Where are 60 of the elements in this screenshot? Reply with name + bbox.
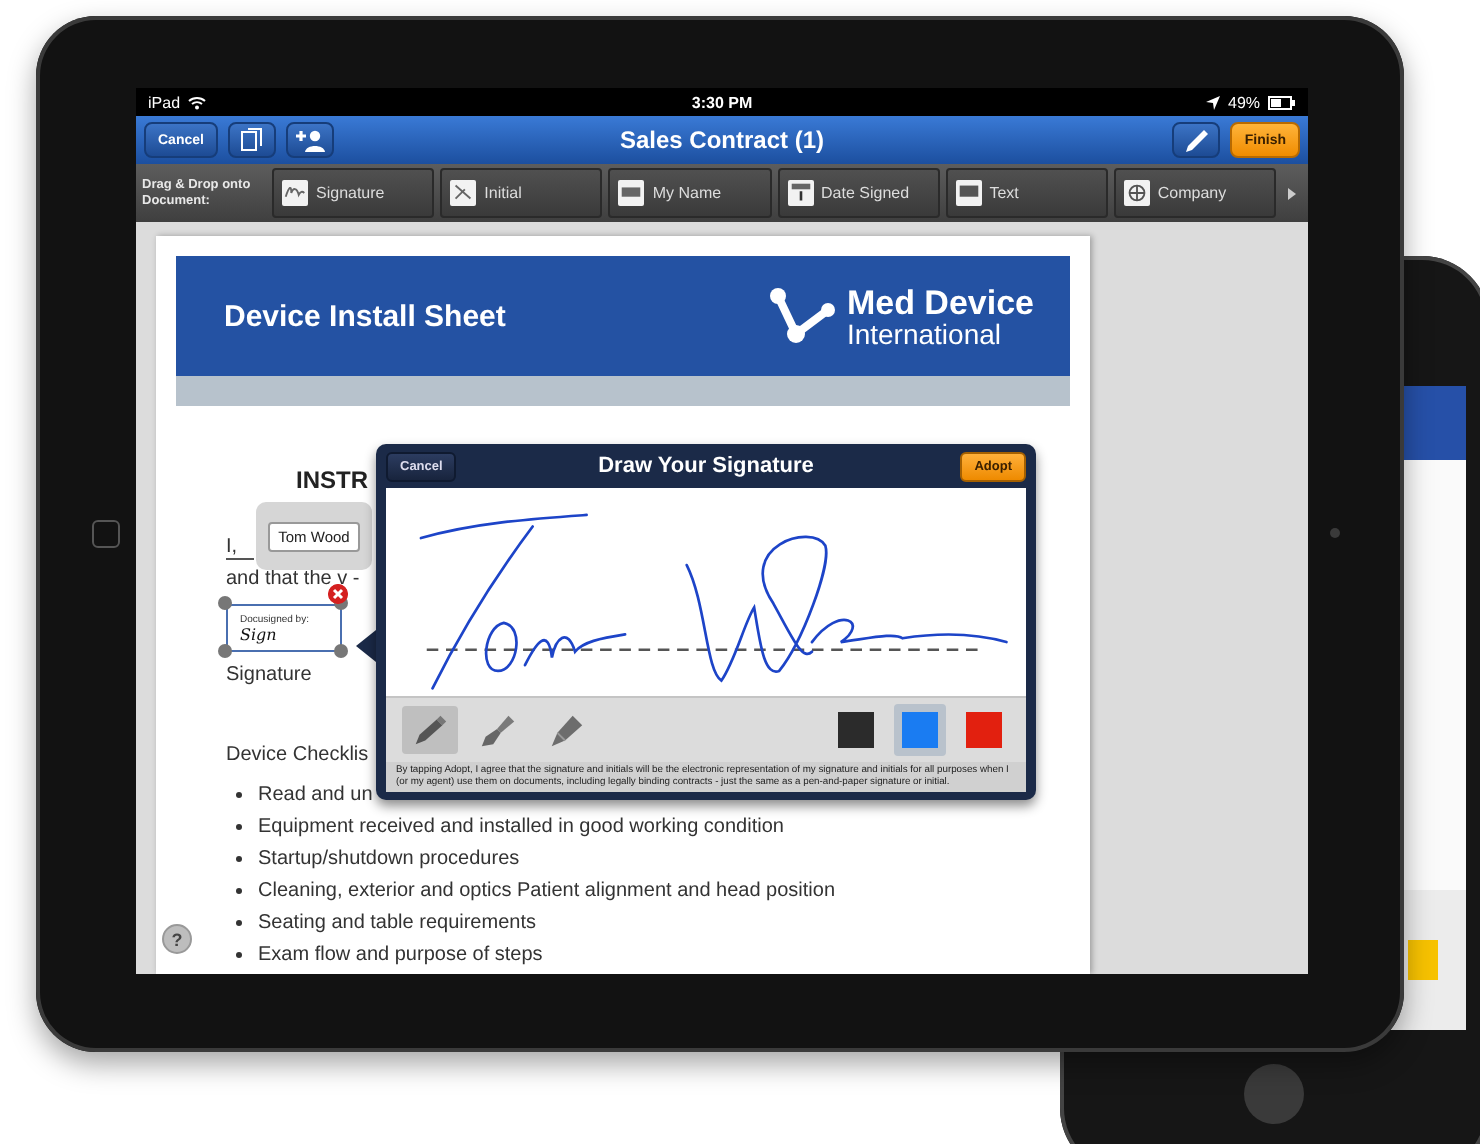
home-button[interactable] bbox=[92, 520, 120, 548]
checklist-item: Read and un bbox=[258, 783, 373, 805]
pen-icon bbox=[1183, 127, 1210, 153]
more-arrow-icon[interactable] bbox=[1288, 187, 1297, 199]
highlighter-icon bbox=[546, 710, 586, 750]
signature-pad[interactable] bbox=[386, 488, 1026, 696]
bullet-dot bbox=[236, 951, 242, 957]
field-tool-button[interactable]: Date Signed bbox=[777, 168, 940, 218]
battery-icon bbox=[1268, 95, 1297, 109]
company-field-icon bbox=[1123, 180, 1150, 206]
resize-handle[interactable] bbox=[218, 644, 232, 658]
documents-button[interactable] bbox=[227, 122, 276, 158]
header-title: Device Install Sheet bbox=[224, 299, 506, 333]
resize-handle[interactable] bbox=[334, 644, 348, 658]
location-arrow-icon bbox=[1206, 95, 1220, 109]
wifi-icon bbox=[188, 95, 207, 109]
checklist-item: Seating and table requirements bbox=[258, 911, 536, 933]
checklist-item: Startup/shutdown procedures bbox=[258, 847, 520, 869]
signature-field-icon bbox=[282, 180, 308, 206]
document-title: Sales Contract (1) bbox=[619, 126, 825, 154]
resize-handle[interactable] bbox=[218, 596, 232, 610]
clock-time: 3:30 PM bbox=[691, 93, 753, 111]
dialog-title: Draw Your Signature bbox=[598, 454, 814, 478]
documents-icon bbox=[239, 128, 264, 152]
field-tool-button[interactable]: Initial bbox=[440, 168, 603, 218]
field-tool-button[interactable]: Company bbox=[1113, 168, 1277, 218]
signature-preview: Sign bbox=[240, 625, 279, 643]
bullet-dot bbox=[236, 823, 242, 829]
bullet-dot bbox=[236, 855, 242, 861]
form-text: and that the v - bbox=[226, 568, 360, 590]
date-field-icon bbox=[787, 180, 814, 206]
logo-subtitle: International bbox=[846, 319, 1004, 347]
add-signer-button[interactable] bbox=[285, 122, 334, 158]
checklist-title: Device Checklis bbox=[226, 744, 369, 766]
checklist-item: Cleaning, exterior and optics Patient alignment and head position bbox=[258, 879, 836, 901]
ink-color-button[interactable] bbox=[894, 704, 946, 756]
marker-icon bbox=[478, 710, 518, 750]
text-field-icon bbox=[955, 180, 982, 206]
name-field-icon bbox=[618, 180, 645, 206]
molecule-logo-icon bbox=[768, 286, 837, 346]
field-tool-button[interactable]: My Name bbox=[608, 168, 772, 218]
bullet-dot bbox=[236, 919, 242, 925]
device-name: iPad bbox=[148, 93, 181, 111]
camera-dot bbox=[1330, 528, 1340, 538]
bullet-dot bbox=[236, 791, 242, 797]
pen-icon bbox=[410, 710, 450, 750]
initial-field-icon bbox=[450, 180, 477, 206]
field-tool-button[interactable]: Signature bbox=[272, 168, 435, 218]
pen-tool-button[interactable] bbox=[402, 706, 458, 754]
add-person-icon bbox=[293, 128, 326, 152]
checklist-item: Equipment received and installed in good working condition bbox=[258, 815, 784, 837]
signature-caption: Signature bbox=[226, 664, 312, 686]
logo-name: Med Device bbox=[846, 285, 1034, 319]
bullet-dot bbox=[236, 887, 242, 893]
section-heading: INSTR bbox=[296, 466, 368, 494]
form-text: I, bbox=[226, 536, 254, 560]
battery-percent: 49% bbox=[1228, 93, 1261, 111]
edit-button[interactable] bbox=[1172, 122, 1221, 158]
checklist-item: Exam flow and purpose of steps bbox=[258, 943, 543, 965]
field-tool-button[interactable]: Text bbox=[945, 168, 1108, 218]
